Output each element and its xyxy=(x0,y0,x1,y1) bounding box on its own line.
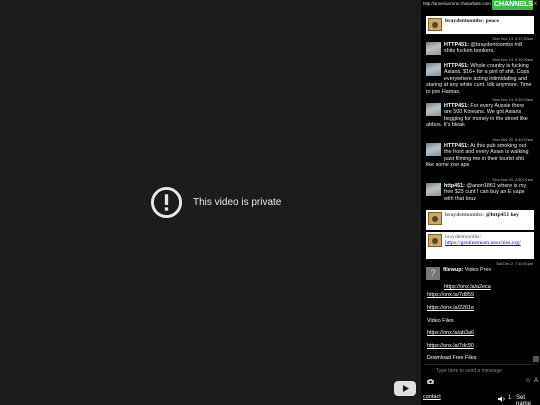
chat-message-highlight: braydentoombs: https://gentlestream.neoc… xyxy=(426,232,534,259)
chat-link[interactable]: https://onx.la/7d859 xyxy=(427,292,474,298)
chat-message: Mon Nov 13, 5:39:03am HTTP451: For every… xyxy=(426,98,533,129)
close-icon[interactable]: x xyxy=(534,1,537,7)
chat-message: Mon Nov 20, 5:40:37am HTTP451: At this p… xyxy=(426,138,533,169)
set-name-button[interactable]: Set name xyxy=(516,395,540,405)
avatar xyxy=(426,183,441,196)
avatar xyxy=(426,143,441,156)
avatar xyxy=(428,212,442,225)
chat-link[interactable]: https://onx.la/7dc90 xyxy=(427,343,474,349)
chat-sidebar: http://amerixazone.chaturbate.com CHANNE… xyxy=(421,0,540,405)
chat-message: Mon Nov 13, 5:37:39am HTTP451: @braydent… xyxy=(426,37,533,56)
chat-input-area[interactable]: Type here to send a message ☺ A xyxy=(424,364,538,388)
video-player[interactable]: This video is private xyxy=(0,0,421,405)
exclamation-circle-icon xyxy=(150,186,183,219)
message-text: For every Aussie there are 500 Koreans. … xyxy=(426,103,528,129)
message-user[interactable]: http451: xyxy=(444,183,465,189)
private-video-text: This video is private xyxy=(193,197,282,208)
chat-link[interactable]: https://onx.la/2261e xyxy=(427,305,474,311)
youtube-logo-icon[interactable] xyxy=(394,381,416,396)
chat-link[interactable]: https://onx.la/ab3a6 xyxy=(427,330,474,336)
message-user[interactable]: filewup: xyxy=(443,267,463,273)
chat-message-highlight: braydentoombs: @http451 hey xyxy=(426,210,534,230)
contact-link[interactable]: contact xyxy=(423,394,441,400)
chat-message: Mon Nov 20, 2:50:01am http451: @anon1861… xyxy=(426,178,533,202)
video-files-label: Video Files xyxy=(427,318,454,324)
message-text: @http451 hey xyxy=(485,212,519,218)
chat-message: braydentoombs: peace xyxy=(426,16,534,34)
message-text: peace xyxy=(485,18,499,24)
message-text: At this pub smoking out the front and ev… xyxy=(426,143,529,169)
chat-footer: contact 1 Set name xyxy=(421,393,540,405)
chat-topbar: http://amerixazone.chaturbate.com CHANNE… xyxy=(421,0,540,10)
avatar xyxy=(428,234,442,247)
camera-icon[interactable] xyxy=(427,379,434,384)
message-user[interactable]: HTTP451: xyxy=(444,143,469,149)
default-avatar-icon: ? xyxy=(426,267,440,280)
message-text: Video Prev xyxy=(464,267,492,273)
room-url: http://amerixazone.chaturbate.com xyxy=(423,1,491,6)
avatar xyxy=(426,63,441,76)
message-text: Whole country is fucking Asians. $16+ fo… xyxy=(426,63,532,95)
channels-button[interactable]: CHANNELS xyxy=(492,0,533,10)
speaker-icon[interactable] xyxy=(498,396,506,402)
chat-message: Sat Dec 2, 7:10:51pm ? filewup: Video Pr… xyxy=(426,262,533,290)
message-user[interactable]: HTTP451: xyxy=(444,103,469,109)
avatar xyxy=(428,18,442,31)
message-user[interactable]: braydentoombs: xyxy=(445,234,481,240)
user-count: 1 xyxy=(508,395,512,401)
chat-message: Mon Nov 13, 5:39:00am HTTP451: Whole cou… xyxy=(426,58,533,95)
private-video-notice: This video is private xyxy=(150,186,281,219)
scroll-handle[interactable] xyxy=(533,356,539,362)
message-user[interactable]: HTTP451: xyxy=(444,42,469,48)
message-user[interactable]: braydentoombs: xyxy=(445,18,484,24)
message-user[interactable]: HTTP451: xyxy=(444,63,469,69)
message-link[interactable]: https://gentlestream.neocities.org/ xyxy=(445,240,521,246)
download-label: Download Free Files xyxy=(427,355,477,361)
emoji-icon[interactable]: ☺ xyxy=(525,378,531,384)
avatar xyxy=(426,42,441,55)
font-settings-icon[interactable]: A xyxy=(534,378,538,384)
chat-input[interactable]: Type here to send a message xyxy=(436,368,502,374)
message-link[interactable]: https://onx.la/a2eca xyxy=(444,284,491,290)
avatar xyxy=(426,103,441,116)
message-user[interactable]: braydentoombs: xyxy=(445,212,484,218)
